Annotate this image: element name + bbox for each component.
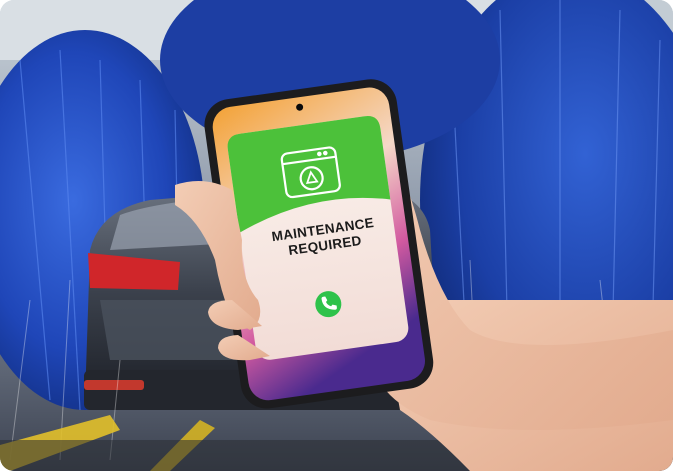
car-wash-photo: MAINTENANCE REQUIRED: [0, 0, 673, 471]
